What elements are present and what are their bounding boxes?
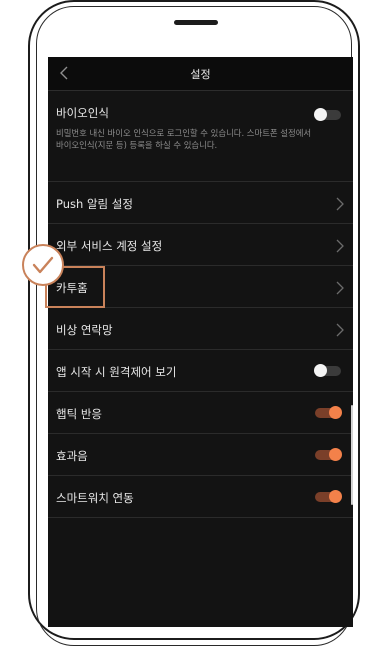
smartwatch-toggle[interactable] — [315, 490, 342, 503]
sound-effects-toggle[interactable] — [315, 448, 342, 461]
setting-row-push[interactable]: Push 알림 설정 — [48, 182, 353, 224]
phone-speaker — [174, 20, 218, 25]
chevron-left-icon — [60, 66, 68, 80]
haptic-toggle[interactable] — [315, 406, 342, 419]
toggle-knob — [329, 406, 342, 419]
chevron-right-icon — [336, 239, 344, 253]
toggle-knob — [329, 448, 342, 461]
chevron-right-icon — [336, 197, 344, 211]
biometric-label: 바이오인식 — [56, 106, 109, 120]
row-label: Push 알림 설정 — [56, 197, 133, 211]
setting-row-external-accounts[interactable]: 외부 서비스 계정 설정 — [48, 224, 353, 266]
setting-row-emergency-contacts[interactable]: 비상 연락망 — [48, 308, 353, 350]
setting-row-haptic: 햅틱 반응 — [48, 392, 353, 434]
check-icon — [32, 256, 54, 274]
chevron-right-icon — [336, 281, 344, 295]
back-button[interactable] — [58, 63, 78, 83]
remote-control-toggle[interactable] — [314, 364, 341, 377]
setting-row-remote-control-on-start: 앱 시작 시 원격제어 보기 — [48, 350, 353, 392]
setting-row-sound-effects: 효과음 — [48, 434, 353, 476]
scrollbar[interactable] — [351, 405, 353, 505]
biometric-toggle[interactable] — [314, 108, 341, 121]
row-label: 외부 서비스 계정 설정 — [56, 239, 163, 253]
row-label: 앱 시작 시 원격제어 보기 — [56, 365, 177, 379]
row-label: 스마트워치 연동 — [56, 491, 134, 505]
page-title: 설정 — [190, 67, 211, 81]
biometric-description: 비밀번호 내신 바이오 인식으로 로그인할 수 있습니다. 스마트폰 설정에서 … — [56, 128, 312, 150]
row-label: 효과음 — [56, 449, 88, 463]
chevron-right-icon — [336, 323, 344, 337]
toggle-knob — [329, 490, 342, 503]
check-badge — [22, 244, 64, 286]
toggle-knob — [314, 108, 327, 121]
setting-row-biometric: 바이오인식 비밀번호 내신 바이오 인식으로 로그인할 수 있습니다. 스마트폰… — [48, 91, 353, 182]
row-label: 햅틱 반응 — [56, 407, 102, 421]
setting-row-smartwatch: 스마트워치 연동 — [48, 476, 353, 518]
toggle-knob — [314, 364, 327, 377]
app-screen: 설정 바이오인식 비밀번호 내신 바이오 인식으로 로그인할 수 있습니다. 스… — [48, 57, 353, 627]
row-label: 비상 연락망 — [56, 323, 113, 337]
header-bar: 설정 — [48, 57, 353, 91]
